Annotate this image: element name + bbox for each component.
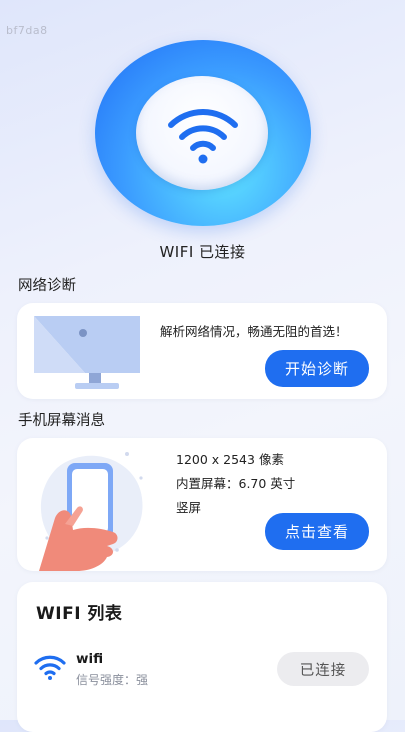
wifi-connected-button[interactable]: 已连接	[277, 652, 369, 686]
network-diagnosis-title: 网络诊断	[18, 278, 76, 294]
wifi-status-hero	[95, 40, 311, 226]
wifi-list-title: WIFI 列表	[36, 604, 123, 624]
wifi-list-card: WIFI 列表 wifi 信号强度：强 已连接	[17, 582, 387, 732]
monitor-illustration-icon	[34, 316, 140, 389]
watermark-text: bf7da8	[6, 24, 48, 37]
screen-resolution: 1200 x 2543 像素	[176, 452, 284, 467]
start-diagnosis-button[interactable]: 开始诊断	[265, 350, 369, 387]
view-screen-info-button[interactable]: 点击查看	[265, 513, 369, 550]
wifi-connected-status: WIFI 已连接	[159, 243, 246, 261]
screen-size: 内置屏幕：6.70 英寸	[176, 476, 296, 491]
diagnosis-description: 解析网络情况，畅通无阻的首选！	[160, 324, 348, 339]
wifi-icon	[34, 655, 66, 680]
status-ring-center	[136, 76, 268, 190]
screen-info-card: 1200 x 2543 像素 内置屏幕：6.70 英寸 竖屏 点击查看	[17, 438, 387, 571]
list-item[interactable]: wifi 信号强度：强 已连接	[17, 640, 387, 696]
network-diagnosis-card: 解析网络情况，畅通无阻的首选！ 开始诊断	[17, 303, 387, 399]
wifi-network-name: wifi	[76, 651, 104, 667]
screen-info-title: 手机屏幕消息	[18, 413, 105, 429]
wifi-icon	[168, 109, 238, 164]
wifi-signal-strength: 信号强度：强	[76, 673, 149, 687]
phone-in-hand-illustration-icon	[39, 452, 143, 571]
screen-orientation: 竖屏	[176, 500, 202, 515]
